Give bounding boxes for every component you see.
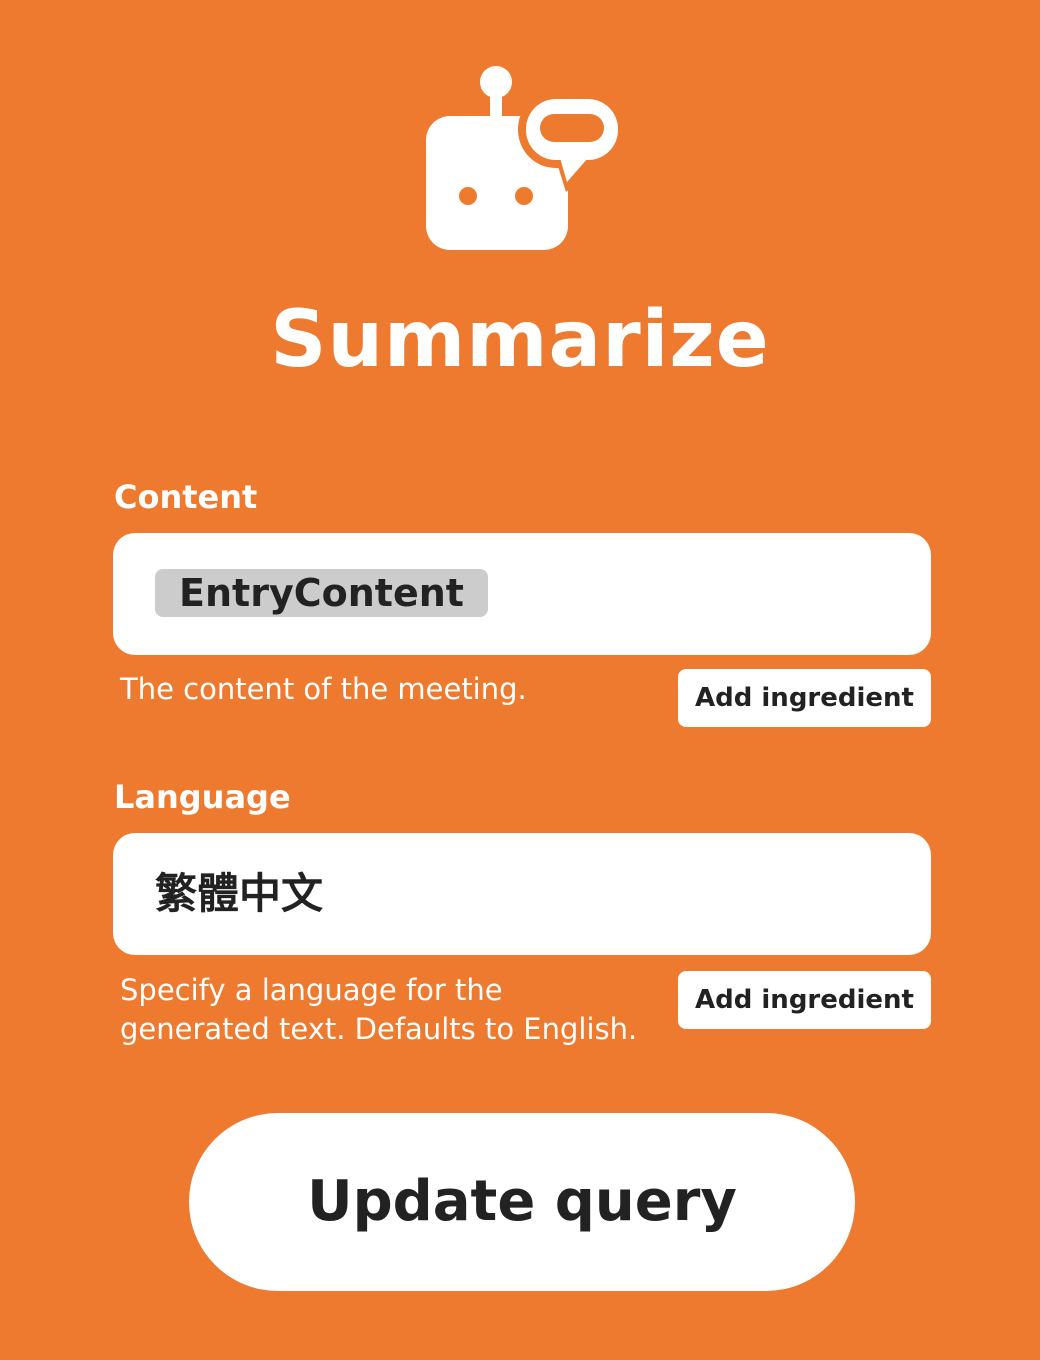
update-query-button[interactable]: Update query bbox=[189, 1113, 855, 1291]
language-input[interactable]: 繁體中文 bbox=[113, 833, 931, 955]
content-label: Content bbox=[114, 478, 258, 516]
page-title: Summarize bbox=[270, 295, 770, 385]
language-input-value: 繁體中文 bbox=[155, 869, 324, 918]
language-help-text: Specify a language for the generated tex… bbox=[120, 973, 638, 1046]
language-add-ingredient-button[interactable]: Add ingredient bbox=[678, 971, 931, 1029]
content-add-ingredient-button[interactable]: Add ingredient bbox=[678, 669, 931, 727]
robot-speech-bubble-icon bbox=[420, 60, 630, 260]
language-label: Language bbox=[114, 778, 291, 816]
content-help-text: The content of the meeting. bbox=[120, 672, 527, 706]
content-input[interactable]: EntryContent bbox=[113, 533, 931, 655]
ingredient-pill[interactable]: EntryContent bbox=[155, 569, 488, 617]
